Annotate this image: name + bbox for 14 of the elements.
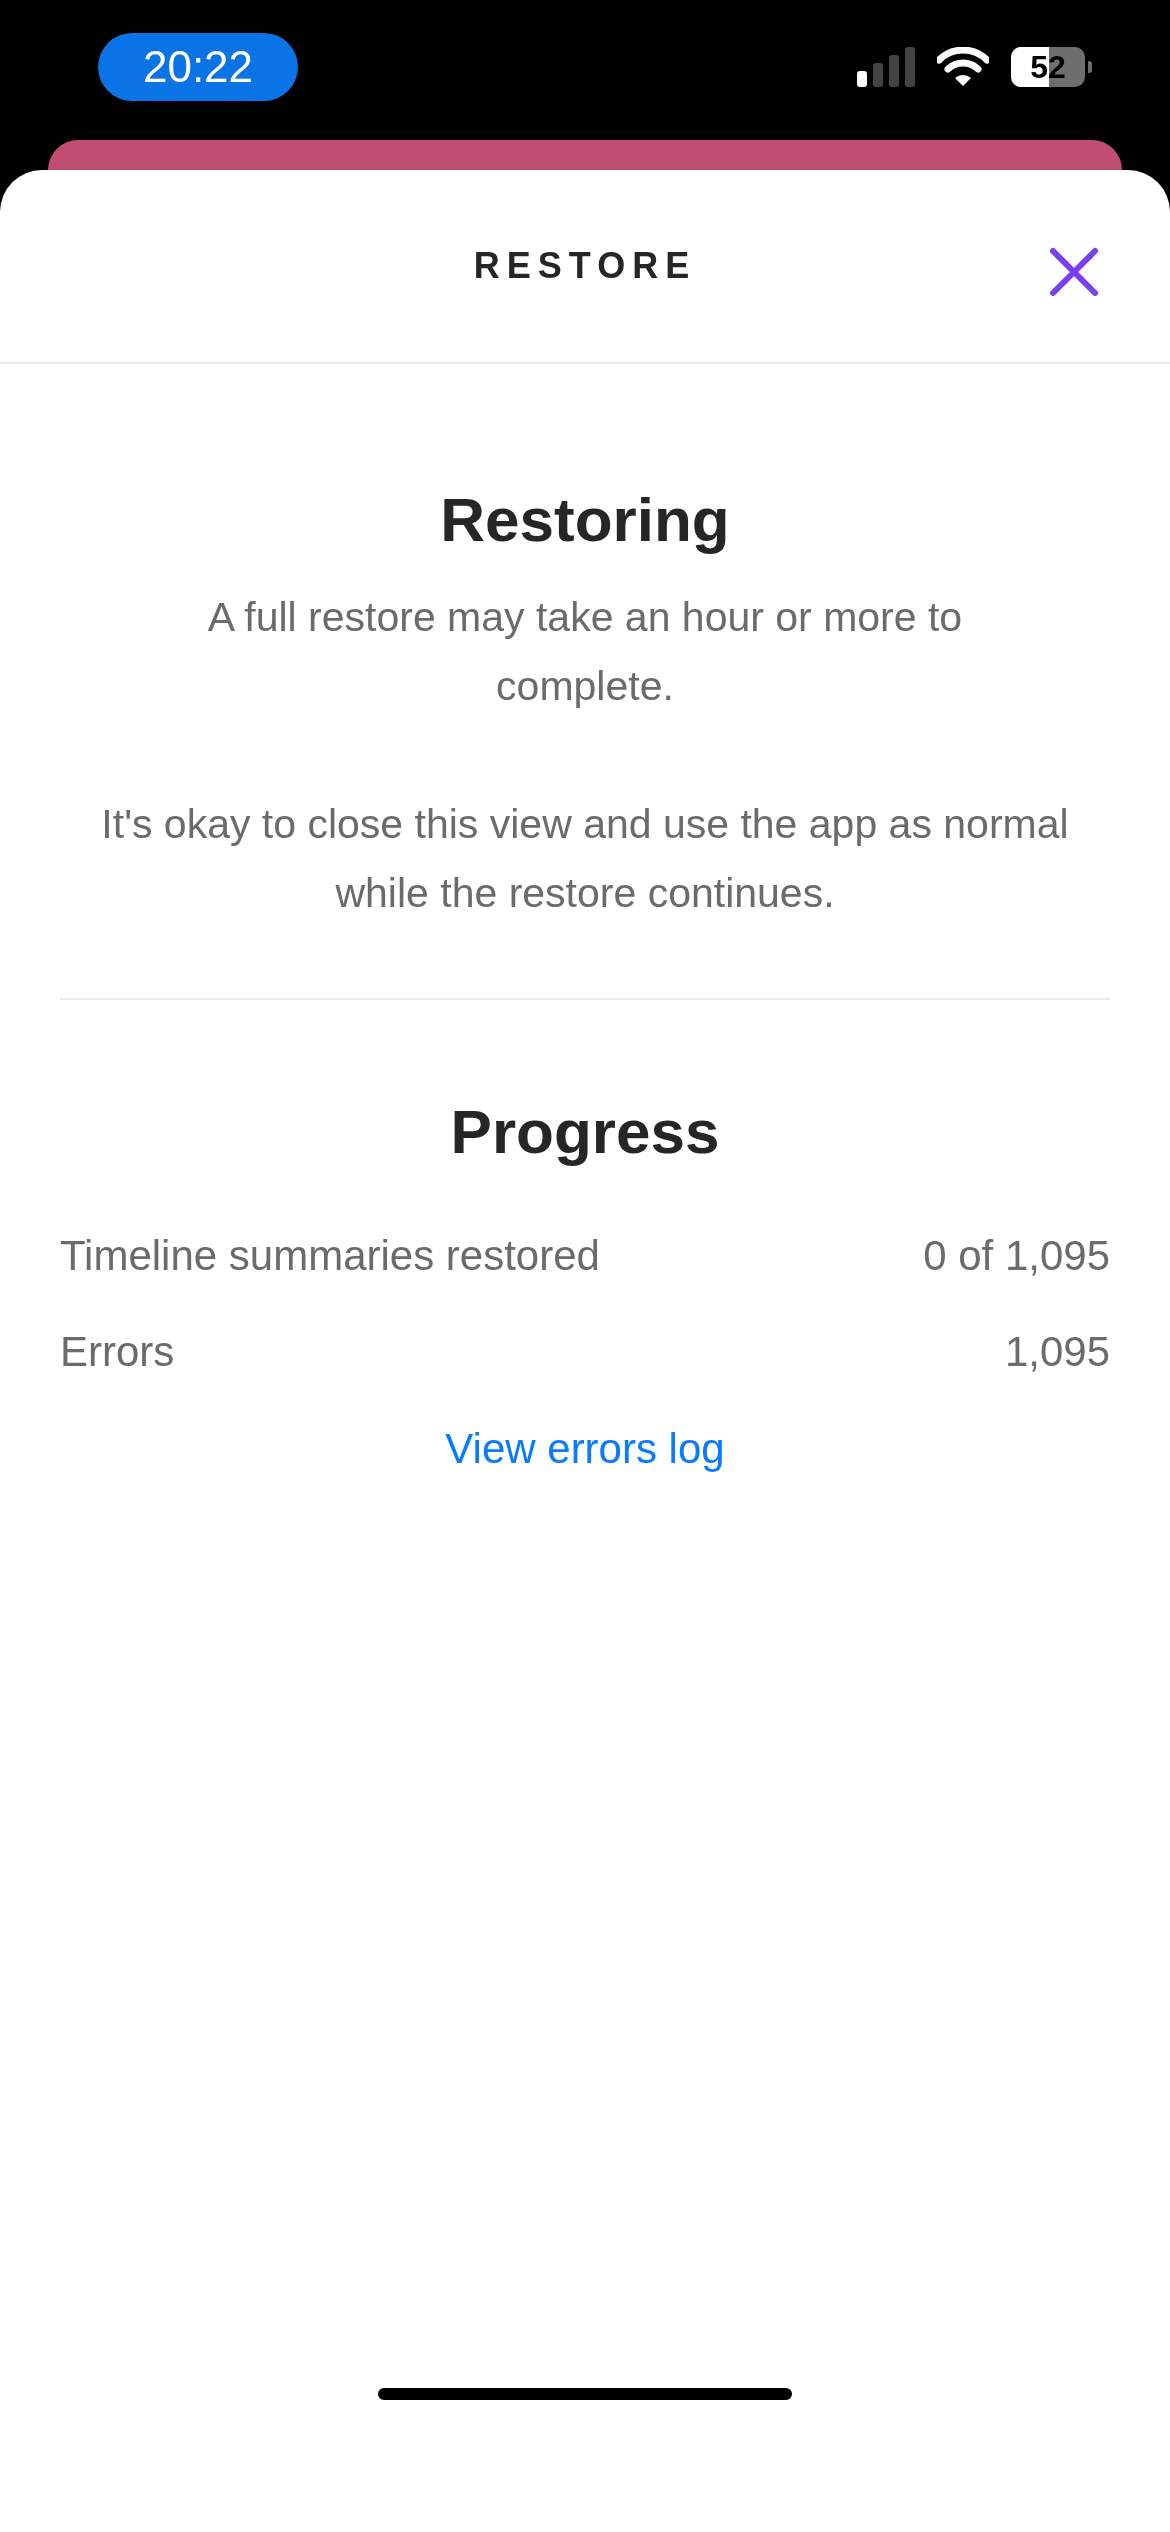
stat-value: 1,095 — [1004, 1327, 1110, 1377]
stat-label: Timeline summaries restored — [60, 1231, 600, 1281]
errors-log-link[interactable]: View errors log — [445, 1425, 725, 1473]
info-paragraph: It's okay to close this view and use the app as normal while the restore continues. — [100, 800, 1070, 918]
close-icon[interactable] — [1048, 246, 1100, 298]
status-time: 20:22 — [98, 33, 298, 101]
wifi-icon — [937, 47, 989, 87]
section-heading: Restoring — [439, 484, 731, 555]
section-heading: Progress — [449, 1096, 721, 1167]
stat-value: 0 of 1,095 — [923, 1231, 1110, 1281]
info-paragraph: A full restore may take an hour or more to complete. — [206, 593, 964, 711]
stat-label: Errors — [60, 1327, 175, 1377]
sheet-title: RESTORE — [473, 245, 697, 287]
signal-icon — [857, 47, 915, 87]
